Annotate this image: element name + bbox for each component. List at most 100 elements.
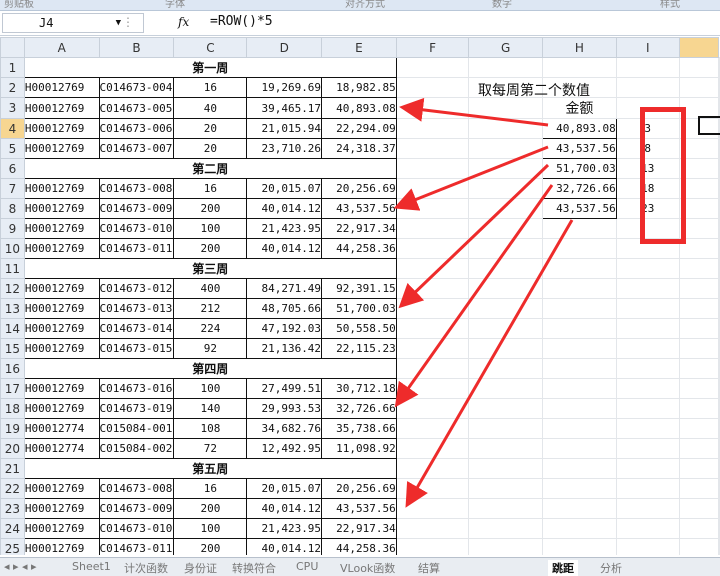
cell-row-index[interactable] [615,438,680,459]
cell-row-index[interactable] [615,498,680,519]
cell-row-index[interactable] [615,398,680,419]
cell-k[interactable] [718,238,720,259]
cell-g[interactable] [468,458,544,479]
cell-lookup-amount[interactable] [542,298,617,319]
cell-j[interactable] [678,77,720,98]
cell-row-index[interactable] [615,258,680,279]
cell-f[interactable] [395,278,470,299]
cell-lookup-amount[interactable] [542,57,617,78]
row-header[interactable]: 22 [0,478,25,499]
sheet-tab-2[interactable]: 计次函数 [124,560,168,576]
cell-item-code[interactable]: C014673-012 [98,278,175,299]
cell-amount[interactable]: 20,256.69 [321,478,397,499]
cell-contract[interactable]: H00012769 [23,138,100,159]
cell-k[interactable] [718,138,720,159]
row-header[interactable]: 1 [0,57,25,78]
cell-contract[interactable]: H00012769 [23,378,100,399]
cell-f[interactable] [395,358,470,379]
cell-amount[interactable]: 43,537.56 [321,198,397,219]
cell-g[interactable] [468,418,544,439]
cell-k[interactable] [718,458,720,479]
cell-cost[interactable]: 20,015.07 [246,478,323,499]
cell-cost[interactable]: 23,710.26 [246,138,323,159]
cell-amount[interactable]: 50,558.50 [321,318,397,339]
cell-cost[interactable]: 21,423.95 [246,218,323,239]
cell-contract[interactable]: H00012774 [23,438,100,459]
cell-g[interactable] [468,438,544,459]
column-header-h[interactable]: H [542,37,617,58]
cell-quantity[interactable]: 20 [173,118,248,139]
cell-quantity[interactable]: 16 [173,77,248,98]
cell-g[interactable] [468,118,544,139]
cell-f[interactable] [395,118,470,139]
cell-quantity[interactable]: 200 [173,198,248,219]
column-header-c[interactable]: C [173,37,248,58]
cell-amount[interactable]: 11,098.92 [321,438,397,459]
cell-g[interactable] [468,498,544,519]
cell-amount[interactable]: 43,537.56 [321,498,397,519]
cell-f[interactable] [395,218,470,239]
cell-f[interactable] [395,538,470,555]
cell-contract[interactable]: H00012769 [23,238,100,259]
row-header[interactable]: 16 [0,358,25,379]
row-header[interactable]: 24 [0,518,25,539]
column-header-b[interactable]: B [98,37,175,58]
cell-amount[interactable]: 22,294.09 [321,118,397,139]
cell-quantity[interactable]: 100 [173,518,248,539]
cell-item-code[interactable]: C014673-008 [98,478,175,499]
cell-f[interactable] [395,77,470,98]
ribbon-group-clipboard[interactable]: 剪贴板 [4,0,34,10]
cell-amount[interactable]: 40,893.08 [321,97,397,119]
row-header[interactable]: 10 [0,238,25,259]
cell-lookup-amount[interactable]: 51,700.03 [542,158,617,179]
row-header[interactable]: 19 [0,418,25,439]
row-header[interactable]: 2 [0,77,25,98]
cell-f[interactable] [395,478,470,499]
row-header[interactable]: 17 [0,378,25,399]
cell-contract[interactable]: H00012769 [23,118,100,139]
sheet-tab-6[interactable]: VLook函数 [340,560,395,576]
cell-row-index[interactable] [615,358,680,379]
cell-item-code[interactable]: C014673-015 [98,338,175,359]
cell-amount[interactable]: 20,256.69 [321,178,397,199]
formula-input[interactable]: =ROW()*5 [210,13,273,31]
cell-k[interactable] [718,258,720,279]
cell-lookup-amount[interactable] [542,318,617,339]
cell-j[interactable] [678,418,720,439]
cell-cost[interactable]: 21,136.42 [246,338,323,359]
column-header-e[interactable]: E [321,37,397,58]
cell-f[interactable] [395,418,470,439]
cell-j[interactable] [678,438,720,459]
cell-quantity[interactable]: 16 [173,478,248,499]
cell-contract[interactable]: H00012769 [23,318,100,339]
cell-lookup-amount[interactable] [542,418,617,439]
cell-contract[interactable]: H00012769 [23,97,100,119]
cell-item-code[interactable]: C014673-009 [98,498,175,519]
row-header[interactable]: 9 [0,218,25,239]
cell-j[interactable] [678,398,720,419]
cell-g[interactable] [468,97,544,119]
sheet-tab-5[interactable]: CPU [296,560,318,573]
cell-cost[interactable]: 20,015.07 [246,178,323,199]
cell-cost[interactable]: 19,269.69 [246,77,323,98]
cell-contract[interactable]: H00012769 [23,218,100,239]
cell-lookup-amount[interactable]: 43,537.56 [542,138,617,159]
cell-f[interactable] [395,97,470,119]
row-header[interactable]: 6 [0,158,25,179]
cell-cost[interactable]: 40,014.12 [246,498,323,519]
cell-g[interactable] [468,138,544,159]
sheet-tab-7[interactable]: 结算 [418,560,440,576]
cell-j[interactable] [678,57,720,78]
cell-quantity[interactable]: 100 [173,218,248,239]
row-header[interactable]: 11 [0,258,25,279]
cell-j[interactable] [678,298,720,319]
cell-j[interactable] [678,378,720,399]
cell-quantity[interactable]: 200 [173,538,248,555]
cell-lookup-amount[interactable] [542,538,617,555]
cell-f[interactable] [395,398,470,419]
cell-g[interactable] [468,57,544,78]
cell-item-code[interactable]: C015084-002 [98,438,175,459]
cell-contract[interactable]: H00012769 [23,538,100,555]
chevron-down-icon[interactable]: ▼ [116,14,121,32]
cell-item-code[interactable]: C014673-013 [98,298,175,319]
